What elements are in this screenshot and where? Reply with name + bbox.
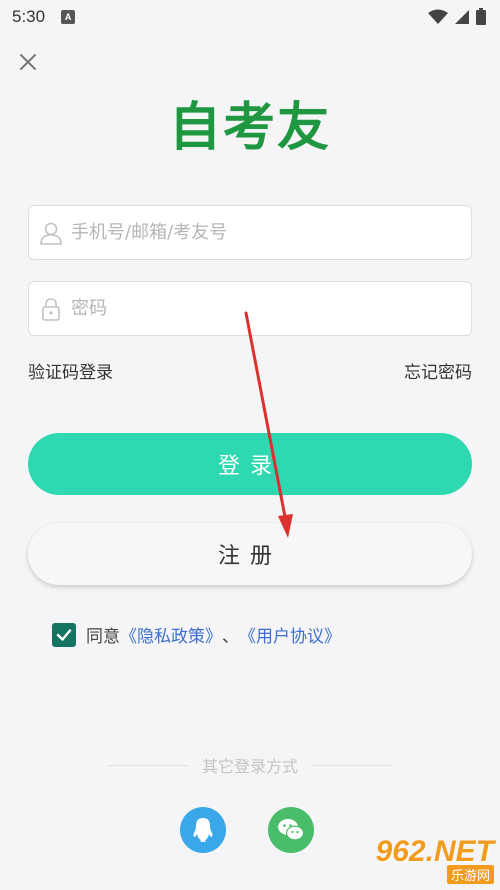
agreement-row: 同意 《隐私政策》 、 《用户协议》 bbox=[52, 622, 341, 647]
app-logo-title: 自考友 bbox=[168, 98, 331, 158]
status-bar: 5:30 A bbox=[0, 0, 500, 34]
wechat-icon bbox=[278, 819, 305, 841]
qq-icon bbox=[193, 818, 213, 842]
privacy-policy-link[interactable]: 《隐私政策》 bbox=[120, 622, 222, 647]
status-time: 5:30 bbox=[12, 7, 46, 26]
divider-line-left bbox=[108, 764, 188, 766]
password-input[interactable] bbox=[71, 282, 471, 335]
agreement-prefix: 同意 bbox=[86, 627, 120, 647]
wechat-login-button[interactable] bbox=[268, 807, 314, 853]
watermark-sub-text: 乐游网 bbox=[446, 865, 494, 884]
wifi-icon bbox=[428, 9, 448, 24]
account-field[interactable] bbox=[28, 205, 472, 260]
lock-icon bbox=[37, 295, 65, 323]
sms-code-login-link[interactable]: 验证码登录 bbox=[28, 358, 113, 383]
agreement-separator: 、 bbox=[222, 627, 239, 647]
login-button[interactable]: 登录 bbox=[28, 433, 472, 495]
battery-icon bbox=[476, 8, 486, 25]
register-button[interactable]: 注册 bbox=[28, 523, 472, 585]
notification-app-icon: A bbox=[61, 10, 76, 24]
forgot-password-link[interactable]: 忘记密码 bbox=[404, 358, 472, 383]
watermark-main-text: 962.NET bbox=[375, 835, 494, 868]
password-field[interactable] bbox=[28, 281, 472, 336]
agreement-checkbox[interactable] bbox=[52, 622, 76, 647]
user-agreement-link[interactable]: 《用户协议》 bbox=[239, 622, 341, 647]
signal-icon bbox=[455, 9, 469, 24]
other-login-divider: 其它登录方式 bbox=[108, 753, 393, 777]
close-button[interactable] bbox=[14, 48, 42, 76]
close-icon bbox=[20, 54, 36, 70]
account-input[interactable] bbox=[71, 206, 471, 259]
watermark-logo: 962.NET 乐游网 bbox=[376, 835, 494, 884]
status-indicators bbox=[428, 8, 486, 25]
qq-login-button[interactable] bbox=[180, 807, 226, 853]
other-login-label: 其它登录方式 bbox=[202, 757, 299, 776]
user-icon bbox=[37, 219, 65, 247]
checkmark-icon bbox=[56, 628, 72, 641]
divider-line-right bbox=[312, 764, 393, 766]
